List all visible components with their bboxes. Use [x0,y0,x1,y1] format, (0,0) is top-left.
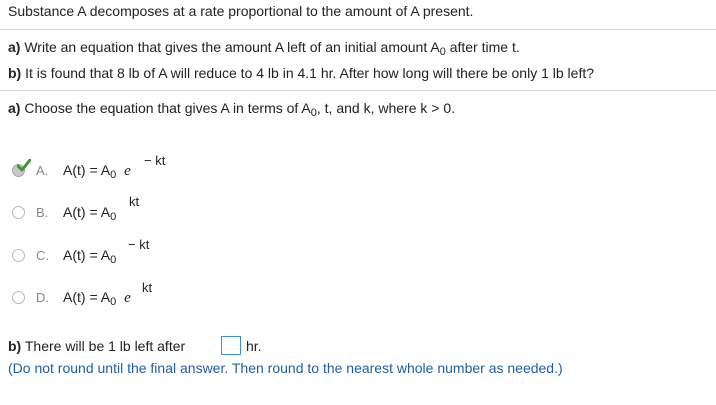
part-a-statement: a) Write an equation that gives the amou… [8,39,520,58]
option-d-subscript: 0 [110,296,117,308]
option-b-letter: B. [36,205,49,220]
part-a-text: Write an equation that gives the amount … [24,39,440,55]
option-b-lhs: A(t) = A [63,204,111,220]
part-a-text-end: after time t. [449,39,520,55]
option-d-equation: A(t) = A0 e [63,289,131,308]
option-a-subscript: 0 [110,169,117,181]
answer-input[interactable] [221,336,241,355]
question-b-text: There will be 1 lb left after [24,338,186,354]
option-b-subscript: 0 [110,211,117,223]
intro-text: Substance A decomposes at a rate proport… [8,3,474,19]
question-a: a) Choose the equation that gives A in t… [8,100,456,119]
part-b-label: b) [8,65,22,81]
option-b-equation: A(t) = A0 [63,204,117,223]
part-a-label: a) [8,39,21,55]
option-a-letter: A. [36,163,49,178]
option-a-lhs: A(t) = A [63,162,111,178]
answer-unit: hr. [246,338,262,354]
option-a-equation: A(t) = A0 e [63,162,131,181]
option-d-letter: D. [36,290,49,305]
option-c-equation: A(t) = A0 [63,247,117,266]
option-d-radio[interactable] [12,291,25,304]
question-a-text-end: , t, and k, where k > 0. [316,100,456,116]
option-c-lhs: A(t) = A [63,247,111,263]
option-b-exponent: kt [129,194,140,209]
question-b-label: b) [8,338,22,354]
option-d-lhs: A(t) = A [63,289,111,305]
part-a-subscript: 0 [439,46,446,58]
question-a-text: Choose the equation that gives A in term… [24,100,311,116]
instruction-note: (Do not round until the final answer. Th… [8,360,563,376]
divider [0,90,716,91]
divider [0,29,716,30]
check-icon [17,159,31,172]
option-d-e: e [124,290,131,306]
part-b-statement: b) It is found that 8 lb of A will reduc… [8,65,594,81]
part-b-text: It is found that 8 lb of A will reduce t… [25,65,595,81]
option-c-letter: C. [36,248,49,263]
option-c-exponent: − kt [128,237,150,252]
option-a-e: e [124,163,131,179]
option-c-radio[interactable] [12,249,25,262]
question-a-label: a) [8,100,21,116]
option-b-radio[interactable] [12,206,25,219]
option-d-exponent: kt [142,280,153,295]
question-b: b) There will be 1 lb left after [8,338,185,354]
option-a-exponent: − kt [144,153,166,168]
option-c-subscript: 0 [110,254,117,266]
